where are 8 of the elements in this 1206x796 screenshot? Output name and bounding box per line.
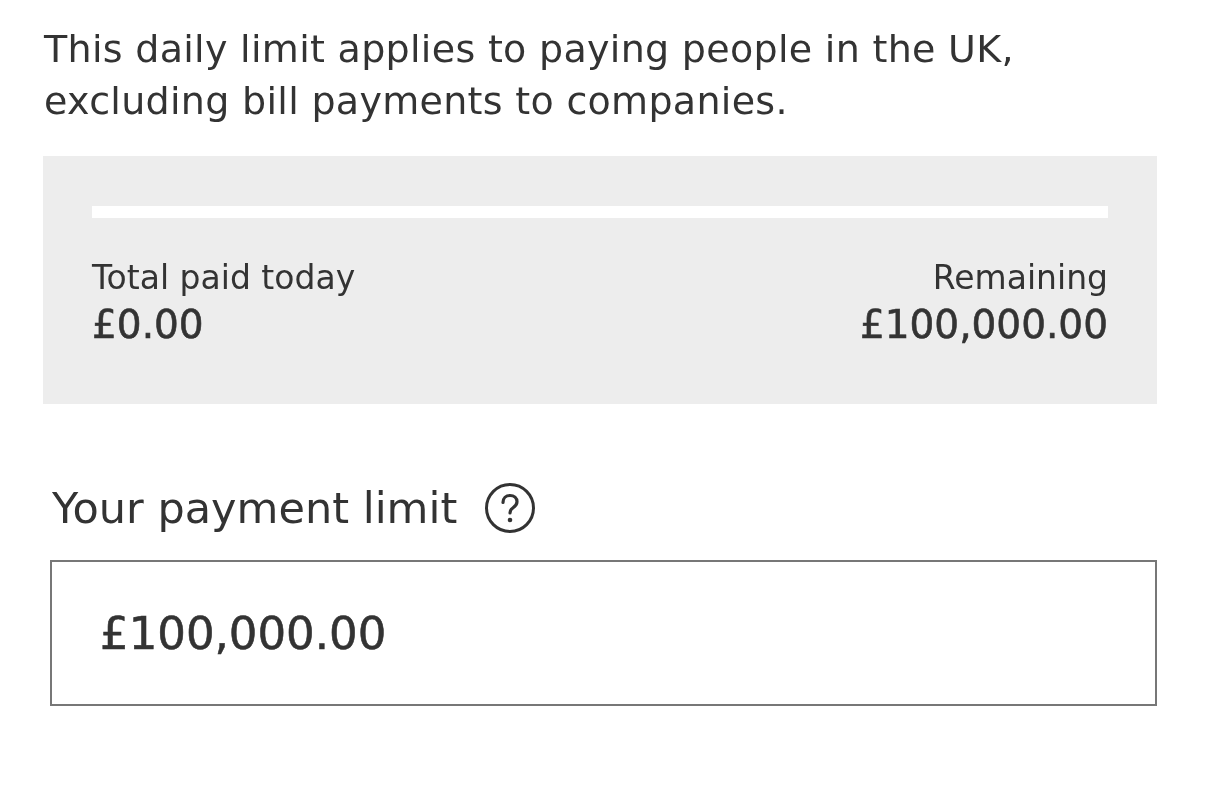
field-label: Your payment limit	[52, 482, 458, 535]
description-text: This daily limit applies to paying people in the UK, excluding bill payments to companies.	[44, 26, 1015, 125]
payment-limit-input[interactable]: £100,000.00	[50, 560, 1157, 706]
remaining-label: Remaining	[932, 257, 1108, 299]
help-icon[interactable]	[485, 483, 536, 533]
paid-today-amount: £0.00	[92, 301, 204, 349]
remaining-amount: £100,000.00	[859, 301, 1108, 349]
paid-today-label: Total paid today	[92, 257, 356, 299]
